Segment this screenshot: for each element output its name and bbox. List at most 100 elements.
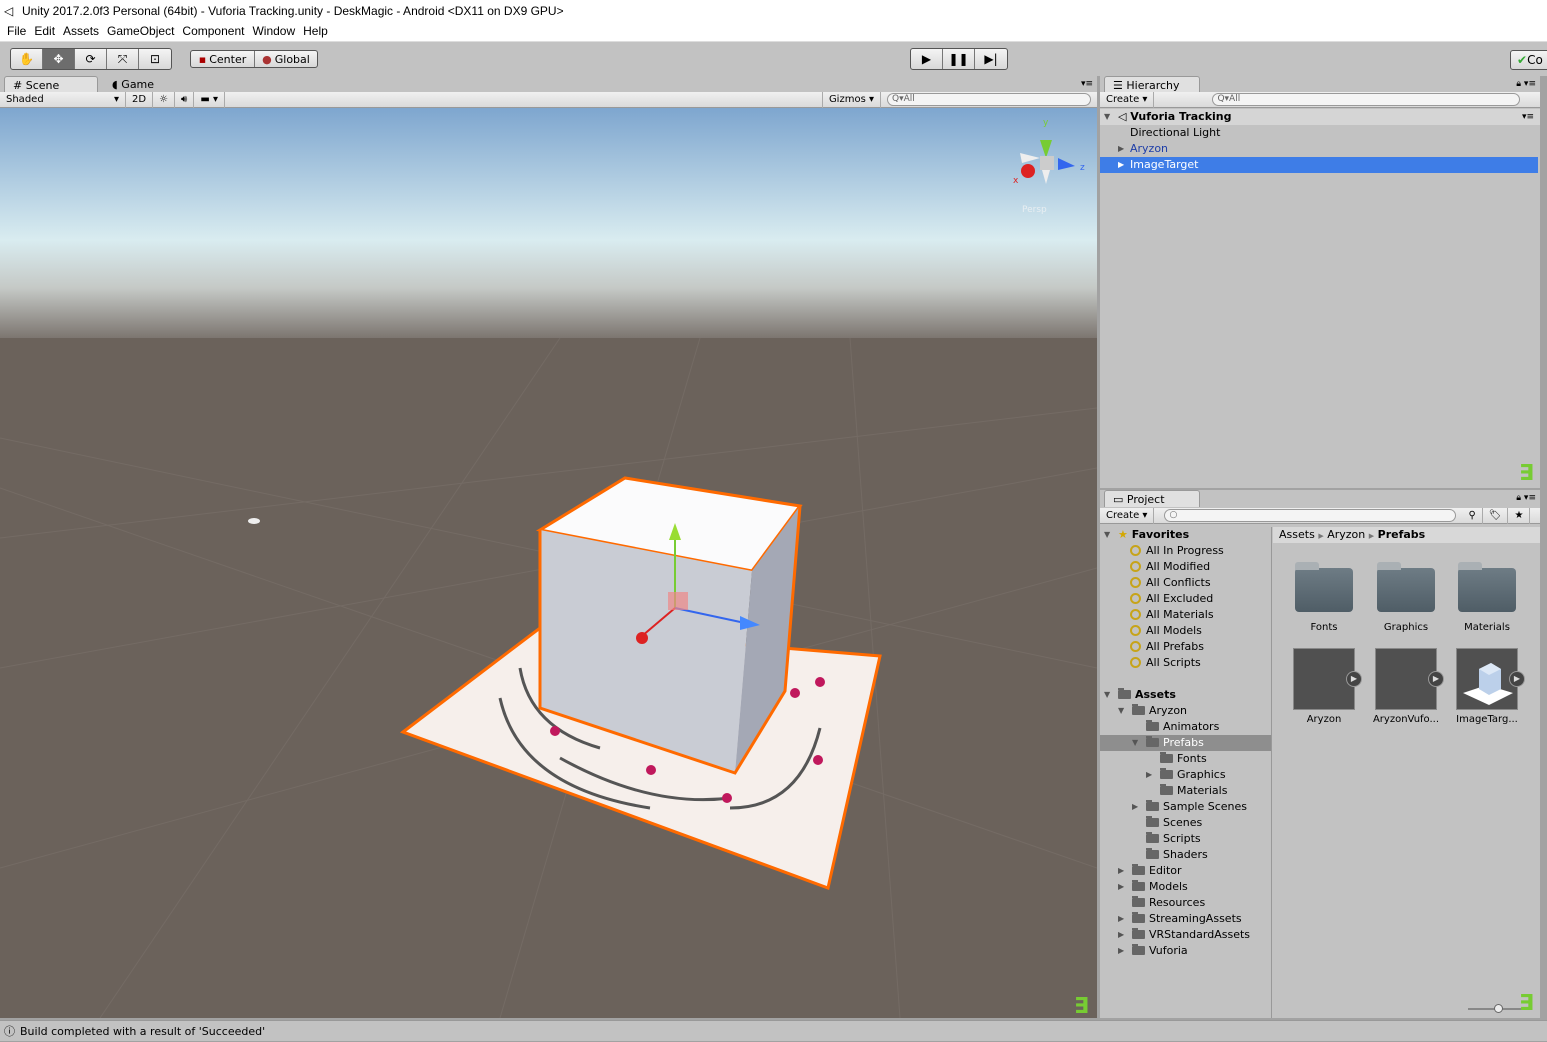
menu-gameobject[interactable]: GameObject xyxy=(106,22,181,41)
project-create-dropdown[interactable]: Create ▾ xyxy=(1100,507,1155,524)
prefab-item[interactable]: ▶ Aryzon xyxy=(1289,648,1362,725)
expand-play-icon[interactable]: ▶ xyxy=(1346,671,1362,687)
asset-folder-item[interactable]: Fonts xyxy=(1100,751,1271,767)
folder-item[interactable]: Materials xyxy=(1452,560,1522,633)
hierarchy-search-input[interactable]: Q▾All xyxy=(1212,93,1521,106)
projection-label[interactable]: Persp xyxy=(1022,205,1047,215)
asset-folder-item[interactable]: ▼ Prefabs xyxy=(1100,735,1271,751)
folder-icon xyxy=(1146,720,1159,731)
search-icon xyxy=(1130,641,1141,652)
asset-folder-item[interactable]: Resources xyxy=(1100,895,1271,911)
collapsed-arrow-icon[interactable]: ▶ xyxy=(1118,943,1128,959)
favorite-item[interactable]: All Scripts xyxy=(1100,655,1271,671)
folder-icon xyxy=(1146,736,1159,747)
tab-hierarchy[interactable]: ☰ Hierarchy xyxy=(1104,76,1200,93)
hierarchy-item-selected[interactable]: ▶ ImageTarget xyxy=(1100,157,1538,173)
gizmos-dropdown[interactable]: Gizmos ▾ xyxy=(821,91,881,108)
collapsed-arrow-icon[interactable]: ▶ xyxy=(1118,863,1128,879)
asset-folder-item[interactable]: ▼ Aryzon xyxy=(1100,703,1271,719)
tab-project[interactable]: ▭ Project xyxy=(1104,490,1200,507)
asset-folder-item[interactable]: ▶ Sample Scenes xyxy=(1100,799,1271,815)
shading-dropdown[interactable]: Shaded ▾ xyxy=(0,91,126,108)
hierarchy-item[interactable]: Directional Light xyxy=(1100,125,1540,141)
collapsed-arrow-icon[interactable]: ▶ xyxy=(1132,799,1142,815)
menu-assets[interactable]: Assets xyxy=(62,22,106,41)
move-tool-button[interactable]: ✥ xyxy=(43,49,75,69)
menu-window[interactable]: Window xyxy=(251,22,302,41)
expanded-arrow-icon[interactable]: ▼ xyxy=(1118,703,1128,719)
2d-toggle[interactable]: 2D xyxy=(126,91,154,108)
aryzon-logo-icon: ∃ xyxy=(1518,461,1534,486)
collapsed-arrow-icon[interactable]: ▶ xyxy=(1118,911,1128,927)
rotate-tool-button[interactable]: ⟳ xyxy=(75,49,107,69)
expand-play-icon[interactable]: ▶ xyxy=(1509,671,1525,687)
lock-icon[interactable]: 🔒︎ ▾≡ xyxy=(1516,79,1536,89)
asset-folder-item[interactable]: Scripts xyxy=(1100,831,1271,847)
play-button[interactable]: ▶ xyxy=(911,49,943,69)
favorite-item[interactable]: All In Progress xyxy=(1100,543,1271,559)
breadcrumb-assets[interactable]: Assets xyxy=(1279,528,1315,541)
favorite-item[interactable]: All Materials xyxy=(1100,607,1271,623)
folder-item[interactable]: Graphics xyxy=(1371,560,1441,633)
scene-viewport[interactable]: y x z Persp ∃ xyxy=(0,108,1097,1018)
collapsed-arrow-icon[interactable]: ▶ xyxy=(1146,767,1156,783)
status-bar[interactable]: ⓘ Build completed with a result of 'Succ… xyxy=(0,1020,1547,1041)
favorite-item[interactable]: All Conflicts xyxy=(1100,575,1271,591)
favorite-star-button[interactable]: ★ xyxy=(1508,507,1531,524)
step-button[interactable]: ▶| xyxy=(975,49,1007,69)
folder-item[interactable]: Fonts xyxy=(1289,560,1359,633)
menu-edit[interactable]: Edit xyxy=(33,22,62,41)
effects-dropdown[interactable]: ▬ ▾ xyxy=(194,91,225,108)
menu-help[interactable]: Help xyxy=(302,22,335,41)
asset-folder-item[interactable]: ▶ Editor xyxy=(1100,863,1271,879)
lighting-toggle[interactable]: ☼ xyxy=(153,91,176,108)
favorite-item[interactable]: All Prefabs xyxy=(1100,639,1271,655)
asset-folder-item[interactable]: Shaders xyxy=(1100,847,1271,863)
filter-type-button[interactable]: ⚲ xyxy=(1462,507,1483,524)
menu-component[interactable]: Component xyxy=(181,22,251,41)
breadcrumb-prefabs[interactable]: Prefabs xyxy=(1378,528,1426,541)
favorite-item[interactable]: All Modified xyxy=(1100,559,1271,575)
space-global-button[interactable]: ● Global xyxy=(255,51,317,67)
hand-tool-button[interactable]: ✋ xyxy=(11,49,43,69)
menu-file[interactable]: File xyxy=(6,22,33,41)
asset-folder-item[interactable]: ▶ StreamingAssets xyxy=(1100,911,1271,927)
asset-folder-item[interactable]: Scenes xyxy=(1100,815,1271,831)
expanded-arrow-icon[interactable]: ▼ xyxy=(1132,735,1142,751)
project-search-input[interactable]: ○ xyxy=(1164,509,1457,522)
scene-search-input[interactable]: Q▾All xyxy=(887,93,1091,106)
asset-folder-item[interactable]: Materials xyxy=(1100,783,1271,799)
prefab-item[interactable]: ▶ ImageTarg... xyxy=(1452,648,1525,725)
hierarchy-create-dropdown[interactable]: Create ▾ xyxy=(1100,91,1155,108)
tab-scene[interactable]: # Scene xyxy=(4,76,98,93)
favorite-item[interactable]: All Excluded xyxy=(1100,591,1271,607)
expand-play-icon[interactable]: ▶ xyxy=(1428,671,1444,687)
scale-tool-button[interactable]: ⤧ xyxy=(107,49,139,69)
pause-button[interactable]: ❚❚ xyxy=(943,49,975,69)
collapsed-arrow-icon[interactable]: ▶ xyxy=(1118,927,1128,943)
gizmo-y-label: y xyxy=(1043,118,1049,128)
hierarchy-item[interactable]: ▶ Aryzon xyxy=(1100,141,1540,157)
breadcrumb-aryzon[interactable]: Aryzon xyxy=(1327,528,1365,541)
asset-folder-item[interactable]: Animators xyxy=(1100,719,1271,735)
scene-render: y x z Persp ∃ xyxy=(0,108,1097,1018)
asset-folder-item[interactable]: ▶ Vuforia xyxy=(1100,943,1271,959)
lock-icon[interactable]: 🔒︎ ▾≡ xyxy=(1516,493,1536,503)
collapsed-arrow-icon[interactable]: ▶ xyxy=(1118,879,1128,895)
filter-label-button[interactable]: 🏷︎ xyxy=(1483,507,1509,524)
rect-tool-button[interactable]: ⊡ xyxy=(139,49,171,69)
icon-size-slider[interactable] xyxy=(1468,1004,1524,1013)
asset-folder-item[interactable]: ▶ Models xyxy=(1100,879,1271,895)
tab-game[interactable]: ◖ Game xyxy=(104,76,162,93)
favorites-header[interactable]: ▼ ★ Favorites xyxy=(1100,527,1271,543)
audio-toggle[interactable]: 🔊︎ xyxy=(175,91,195,108)
assets-header[interactable]: ▼ Assets xyxy=(1100,687,1271,703)
pivot-center-button[interactable]: ▪ Center xyxy=(191,51,255,67)
prefab-item[interactable]: ▶ AryzonVufo... xyxy=(1371,648,1444,725)
scene-root[interactable]: ▼ ◁ Vuforia Tracking ▾≡ xyxy=(1100,109,1540,125)
asset-folder-item[interactable]: ▶ Graphics xyxy=(1100,767,1271,783)
favorite-item[interactable]: All Models xyxy=(1100,623,1271,639)
panel-menu-icon[interactable]: ▾≡ xyxy=(1081,79,1093,89)
collab-button[interactable]: ✔ Co xyxy=(1511,51,1547,69)
asset-folder-item[interactable]: ▶ VRStandardAssets xyxy=(1100,927,1271,943)
